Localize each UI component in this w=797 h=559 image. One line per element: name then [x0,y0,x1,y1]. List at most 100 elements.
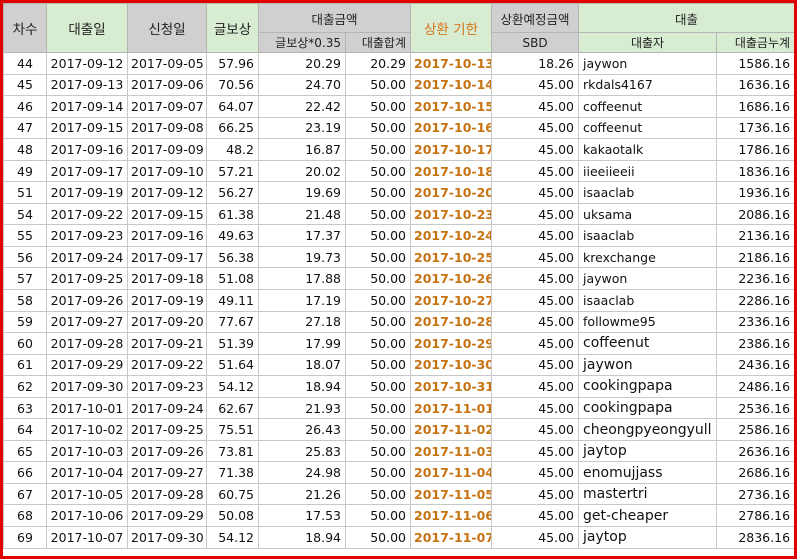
cell-no[interactable]: 69 [3,526,47,549]
cell-reward[interactable]: 56.27 [206,181,259,204]
cell-apply-date[interactable]: 2017-09-12 [127,181,207,204]
cell-expected-sbd[interactable]: 45.00 [491,245,580,269]
cell-cumulative[interactable]: 2836.16 [716,526,794,549]
cell-loan-date[interactable]: 2017-10-03 [46,439,128,463]
cell-loan-total[interactable]: 50.00 [344,202,412,226]
cell-apply-date[interactable]: 2017-09-30 [127,526,207,549]
cell-loan-total[interactable]: 20.29 [344,52,412,75]
cell-loan-total[interactable]: 50.00 [344,526,412,549]
cell-due-date[interactable]: 2017-10-14 [410,73,493,97]
cell-due-date[interactable]: 2017-10-30 [410,353,493,377]
cell-loan-date[interactable]: 2017-09-24 [46,245,128,269]
cell-cumulative[interactable]: 2586.16 [716,418,794,441]
cell-expected-sbd[interactable]: 45.00 [491,181,580,204]
cell-no[interactable]: 48 [3,138,47,161]
cell-apply-date[interactable]: 2017-09-07 [127,95,207,118]
cell-reward-035[interactable]: 21.93 [258,396,346,420]
cell-reward[interactable]: 57.21 [206,159,259,183]
cell-apply-date[interactable]: 2017-09-09 [127,138,207,161]
cell-reward[interactable]: 61.38 [206,202,259,226]
cell-expected-sbd[interactable]: 45.00 [491,202,580,226]
cell-loan-date[interactable]: 2017-10-07 [46,526,128,549]
cell-no[interactable]: 51 [3,181,47,204]
cell-no[interactable]: 56 [3,245,47,269]
cell-expected-sbd[interactable]: 45.00 [491,73,580,97]
cell-loan-total[interactable]: 50.00 [344,332,412,355]
cell-no[interactable]: 67 [3,482,47,506]
cell-loan-date[interactable]: 2017-09-14 [46,95,128,118]
cell-reward[interactable]: 60.75 [206,482,259,506]
cell-reward-035[interactable]: 17.88 [258,267,346,291]
cell-loan-date[interactable]: 2017-09-13 [46,73,128,97]
cell-cumulative[interactable]: 2136.16 [716,224,794,247]
cell-reward-035[interactable]: 17.19 [258,289,346,312]
cell-loan-total[interactable]: 50.00 [344,375,412,398]
cell-reward-035[interactable]: 24.98 [258,461,346,484]
cell-reward-035[interactable]: 22.42 [258,95,346,118]
cell-reward[interactable]: 70.56 [206,73,259,97]
cell-no[interactable]: 55 [3,224,47,247]
cell-loan-total[interactable]: 50.00 [344,73,412,97]
cell-reward-035[interactable]: 25.83 [258,439,346,463]
cell-no[interactable]: 64 [3,418,47,441]
cell-borrower[interactable]: jaytop [578,526,718,549]
cell-reward-035[interactable]: 18.07 [258,353,346,377]
cell-loan-total[interactable]: 50.00 [344,482,412,506]
cell-due-date[interactable]: 2017-11-04 [410,461,493,484]
cell-loan-total[interactable]: 50.00 [344,159,412,183]
cell-cumulative[interactable]: 2086.16 [716,202,794,226]
cell-borrower[interactable]: cheongpyeongyull [578,418,718,441]
cell-reward-035[interactable]: 21.26 [258,482,346,506]
cell-cumulative[interactable]: 2486.16 [716,375,794,398]
cell-borrower[interactable]: cookingpapa [578,396,718,420]
cell-no[interactable]: 54 [3,202,47,226]
cell-loan-total[interactable]: 50.00 [344,396,412,420]
cell-reward-035[interactable]: 19.73 [258,245,346,269]
cell-loan-total[interactable]: 50.00 [344,461,412,484]
cell-expected-sbd[interactable]: 45.00 [491,375,580,398]
cell-borrower[interactable]: krexchange [578,245,718,269]
cell-loan-total[interactable]: 50.00 [344,95,412,118]
cell-due-date[interactable]: 2017-11-03 [410,439,493,463]
cell-no[interactable]: 66 [3,461,47,484]
cell-borrower[interactable]: iieeiieeii [578,159,718,183]
cell-no[interactable]: 65 [3,439,47,463]
cell-loan-date[interactable]: 2017-09-17 [46,159,128,183]
cell-loan-date[interactable]: 2017-09-25 [46,267,128,291]
cell-reward[interactable]: 49.11 [206,289,259,312]
cell-cumulative[interactable]: 2436.16 [716,353,794,377]
cell-loan-total[interactable]: 50.00 [344,181,412,204]
cell-cumulative[interactable]: 2786.16 [716,504,794,528]
cell-loan-date[interactable]: 2017-09-29 [46,353,128,377]
cell-reward-035[interactable]: 20.02 [258,159,346,183]
cell-expected-sbd[interactable]: 45.00 [491,310,580,334]
cell-reward[interactable]: 75.51 [206,418,259,441]
cell-due-date[interactable]: 2017-10-17 [410,138,493,161]
cell-reward[interactable]: 51.64 [206,353,259,377]
cell-reward-035[interactable]: 17.53 [258,504,346,528]
cell-due-date[interactable]: 2017-10-26 [410,267,493,291]
cell-loan-date[interactable]: 2017-09-28 [46,332,128,355]
cell-cumulative[interactable]: 1686.16 [716,95,794,118]
cell-reward[interactable]: 64.07 [206,95,259,118]
cell-due-date[interactable]: 2017-10-15 [410,95,493,118]
cell-cumulative[interactable]: 1636.16 [716,73,794,97]
cell-no[interactable]: 47 [3,116,47,140]
cell-due-date[interactable]: 2017-10-31 [410,375,493,398]
cell-no[interactable]: 62 [3,375,47,398]
cell-no[interactable]: 44 [3,52,47,75]
cell-loan-total[interactable]: 50.00 [344,310,412,334]
cell-expected-sbd[interactable]: 45.00 [491,418,580,441]
cell-no[interactable]: 60 [3,332,47,355]
cell-reward-035[interactable]: 27.18 [258,310,346,334]
cell-reward[interactable]: 48.2 [206,138,259,161]
cell-reward[interactable]: 49.63 [206,224,259,247]
cell-loan-date[interactable]: 2017-09-27 [46,310,128,334]
cell-due-date[interactable]: 2017-10-16 [410,116,493,140]
cell-loan-date[interactable]: 2017-10-02 [46,418,128,441]
cell-apply-date[interactable]: 2017-09-21 [127,332,207,355]
cell-reward-035[interactable]: 20.29 [258,52,346,75]
cell-apply-date[interactable]: 2017-09-25 [127,418,207,441]
cell-reward[interactable]: 71.38 [206,461,259,484]
cell-borrower[interactable]: coffeenut [578,332,718,355]
